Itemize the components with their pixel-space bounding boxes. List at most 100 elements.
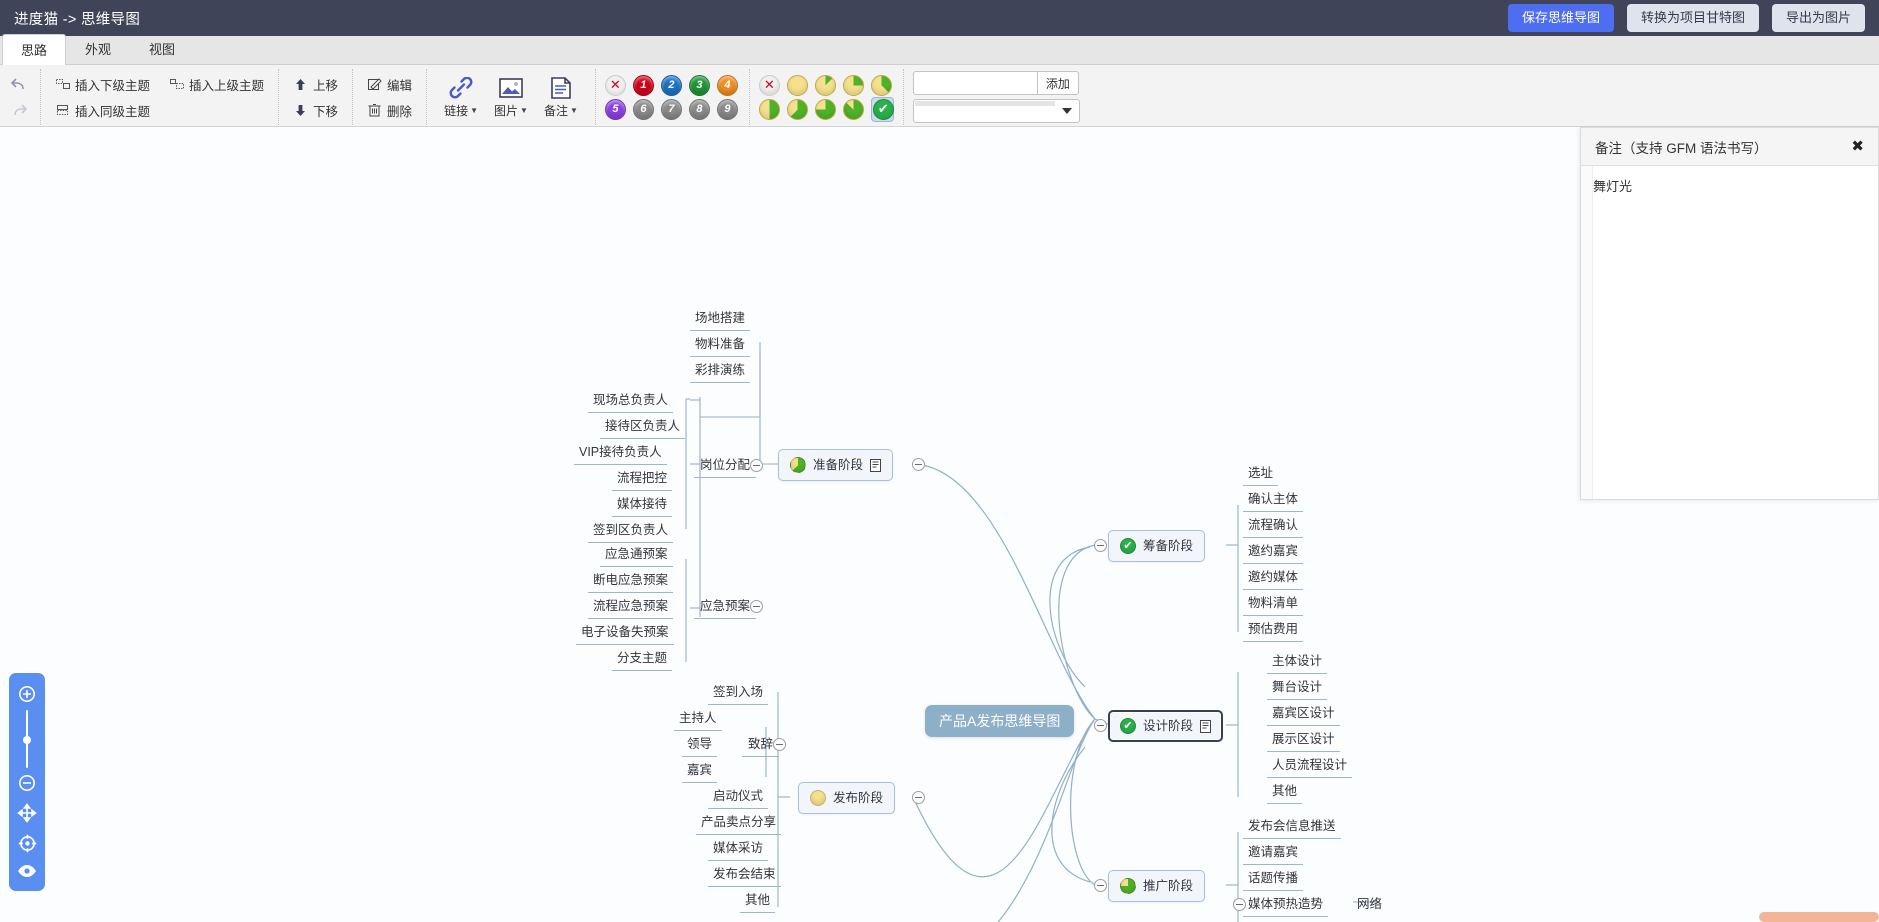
leaf-release-0[interactable]: 启动仪式 (708, 787, 769, 809)
leaf-speech-2[interactable]: 嘉宾 (682, 761, 718, 783)
leaf-design-3[interactable]: 展示区设计 (1267, 730, 1340, 752)
leaf-design-4[interactable]: 人员流程设计 (1267, 756, 1353, 778)
progress-pie-icon-75[interactable] (814, 98, 836, 120)
priority-badge-4[interactable]: 4 (716, 74, 738, 96)
image-button[interactable]: 图片 ▼ (486, 73, 536, 121)
leaf-design-5[interactable]: 其他 (1267, 782, 1303, 804)
stage-promotion[interactable]: 推广阶段 (1108, 870, 1206, 902)
note-button[interactable]: 备注 ▼ (536, 73, 586, 121)
leaf-role-5[interactable]: 签到区负责人 (588, 521, 674, 543)
toggle-media-warmup[interactable] (1233, 898, 1246, 911)
priority-badge-5[interactable]: 5 (604, 98, 626, 120)
zoom-slider-knob[interactable] (23, 736, 31, 744)
leaf-emergency-4[interactable]: 分支主题 (612, 649, 673, 671)
notes-content[interactable]: 舞灯光 (1581, 166, 1878, 499)
tag-select[interactable] (912, 99, 1080, 123)
zoom-in-icon[interactable] (18, 685, 36, 703)
toggle-planning[interactable] (1094, 539, 1107, 552)
leaf-speech-0[interactable]: 主持人 (674, 709, 722, 731)
priority-badge-8[interactable]: 8 (688, 98, 710, 120)
eye-icon[interactable] (17, 864, 37, 878)
leaf-design-0[interactable]: 主体设计 (1267, 652, 1328, 674)
leaf-role-4[interactable]: 媒体接待 (612, 495, 673, 517)
progress-pie-icon-12[interactable] (814, 74, 836, 96)
leaf-speech-1[interactable]: 领导 (682, 735, 718, 757)
priority-badge-3[interactable]: 3 (688, 74, 710, 96)
leaf-role-2[interactable]: VIP接待负责人 (574, 443, 667, 465)
toggle-design[interactable] (1094, 719, 1107, 732)
insert-sibling-topic-button[interactable]: 插入同级主题 (50, 99, 269, 122)
leaf-promote-2[interactable]: 话题传播 (1243, 869, 1304, 891)
toggle-speech[interactable] (773, 738, 786, 751)
toggle-prep[interactable] (912, 458, 925, 471)
leaf-plan-6[interactable]: 预估费用 (1243, 620, 1304, 642)
leaf-promote-0[interactable]: 发布会信息推送 (1243, 817, 1341, 839)
leaf-promote-network[interactable]: 网络 (1352, 895, 1387, 916)
leaf-emergency-2[interactable]: 流程应急预案 (588, 597, 674, 619)
leaf-design-2[interactable]: 嘉宾区设计 (1267, 704, 1340, 726)
leaf-promote-1[interactable]: 邀请嘉宾 (1243, 843, 1304, 865)
leaf-plan-4[interactable]: 邀约媒体 (1243, 568, 1304, 590)
progress-pie-icon-37[interactable] (870, 74, 892, 96)
toggle-role-assignment[interactable] (750, 459, 763, 472)
progress-clear-icon[interactable]: ✕ (758, 74, 780, 96)
leaf-role-3[interactable]: 流程把控 (612, 469, 673, 491)
save-mindmap-button[interactable]: 保存思维导图 (1507, 3, 1614, 33)
priority-badge-9[interactable]: 9 (716, 98, 738, 120)
progress-pie-icon-87[interactable] (842, 98, 864, 120)
stage-release[interactable]: 发布阶段 (798, 782, 896, 814)
tab-waiGuan[interactable]: 外观 (66, 33, 130, 64)
toggle-release[interactable] (912, 791, 925, 804)
priority-clear-badge[interactable]: ✕ (604, 74, 626, 96)
stage-prep[interactable]: 准备阶段 (778, 449, 894, 481)
leaf-release-2[interactable]: 媒体采访 (708, 839, 769, 861)
mid-role-assignment[interactable]: 岗位分配 (694, 456, 757, 478)
tab-siLu[interactable]: 思路 (2, 34, 67, 65)
toggle-emergency[interactable] (750, 600, 763, 613)
edit-button[interactable]: 编辑 (362, 73, 417, 96)
leaf-release-3[interactable]: 发布会结束 (708, 865, 781, 887)
leaf-emergency-3[interactable]: 电子设备失预案 (576, 623, 674, 645)
leaf-role-1[interactable]: 接待区负责人 (600, 417, 686, 439)
tag-add-button[interactable]: 添加 (1036, 71, 1079, 95)
leaf-plan-1[interactable]: 确认主体 (1243, 490, 1304, 512)
progress-pie-icon-100[interactable]: ✔ (872, 98, 894, 120)
zoom-out-icon[interactable] (18, 774, 36, 792)
zoom-slider[interactable] (23, 710, 31, 768)
leaf-material-prep[interactable]: 物料准备 (690, 335, 751, 357)
leaf-rehearsal[interactable]: 彩排演练 (690, 361, 751, 383)
leaf-release-4[interactable]: 其他 (740, 891, 776, 913)
link-button[interactable]: 链接 ▼ (436, 73, 486, 121)
leaf-release-1[interactable]: 产品卖点分享 (696, 813, 782, 835)
leaf-plan-5[interactable]: 物料清单 (1243, 594, 1304, 616)
export-image-button[interactable]: 导出为图片 (1771, 3, 1865, 33)
delete-button[interactable]: 删除 (362, 99, 417, 122)
stage-design[interactable]: ✔ 设计阶段 (1108, 710, 1224, 742)
toggle-promotion[interactable] (1094, 879, 1107, 892)
insert-parent-topic-button[interactable]: 插入上级主题 (164, 73, 269, 96)
tab-shiTu[interactable]: 视图 (130, 33, 194, 64)
redo-icon[interactable] (8, 99, 30, 121)
center-target-icon[interactable] (18, 834, 37, 853)
progress-pie-icon-62[interactable] (786, 98, 808, 120)
leaf-plan-2[interactable]: 流程确认 (1243, 516, 1304, 538)
priority-badge-2[interactable]: 2 (660, 74, 682, 96)
priority-badge-6[interactable]: 6 (632, 98, 654, 120)
leaf-design-1[interactable]: 舞台设计 (1267, 678, 1328, 700)
progress-pie-icon-25[interactable] (842, 74, 864, 96)
priority-badge-1[interactable]: 1 (632, 74, 654, 96)
leaf-promote-3[interactable]: 媒体预热造势 (1243, 895, 1329, 917)
leaf-role-0[interactable]: 现场总负责人 (588, 391, 674, 413)
close-icon[interactable]: ✖ (1851, 139, 1864, 154)
insert-child-topic-button[interactable]: 插入下级主题 (50, 73, 155, 96)
move-down-button[interactable]: 下移 (288, 99, 343, 122)
tag-input[interactable] (912, 71, 1037, 95)
undo-icon[interactable] (8, 73, 30, 95)
leaf-checkin[interactable]: 签到入场 (708, 683, 769, 705)
progress-pie-icon-0[interactable] (786, 74, 808, 96)
move-up-button[interactable]: 上移 (288, 73, 343, 96)
horizontal-scrollbar[interactable] (1759, 912, 1879, 922)
leaf-plan-3[interactable]: 邀约嘉宾 (1243, 542, 1304, 564)
priority-badge-7[interactable]: 7 (660, 98, 682, 120)
mid-emergency-plan[interactable]: 应急预案 (694, 597, 757, 619)
